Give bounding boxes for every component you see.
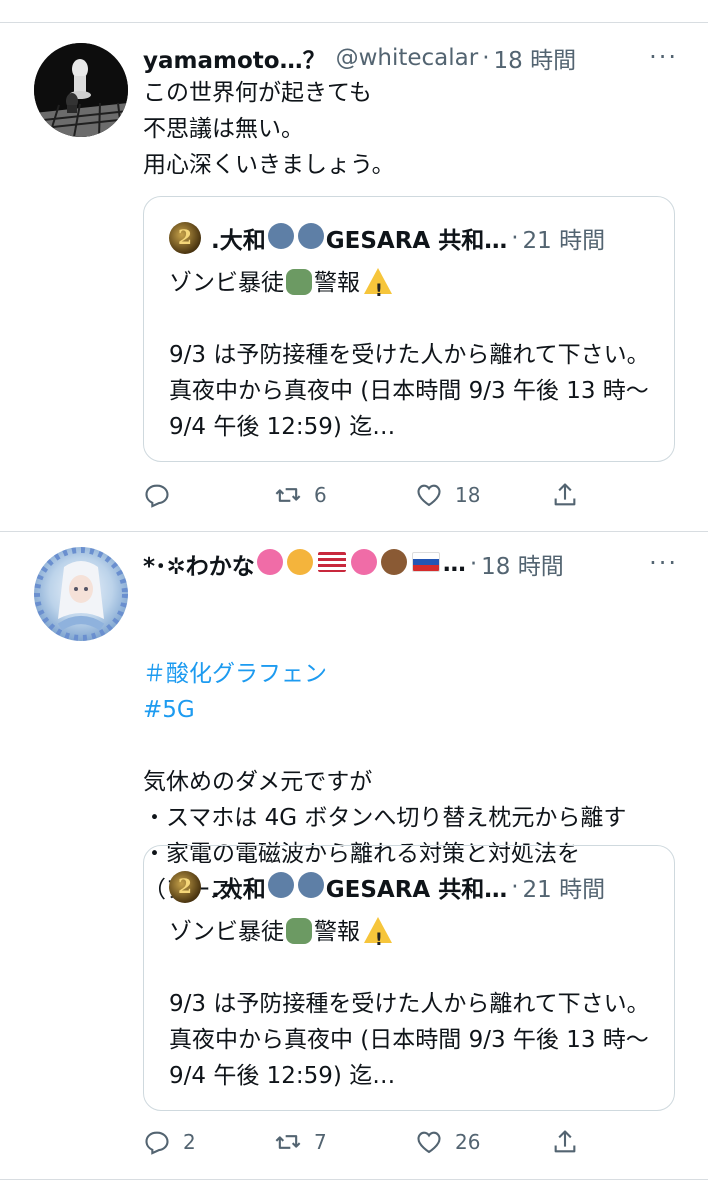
like-button[interactable]: 18 <box>415 475 480 515</box>
reply-icon <box>145 484 169 508</box>
russia-flag-emoji-icon <box>411 552 440 572</box>
like-button[interactable]: 26 <box>415 1122 480 1162</box>
tweet-actions: 6 18 <box>143 475 583 515</box>
quoted-line1: ゾンビ暴徒 <box>169 919 284 945</box>
display-name[interactable]: yamamoto…？ <box>143 41 326 75</box>
quoted-line1-tail: 警報 <box>314 270 360 296</box>
quoted-display-name: .大和 <box>211 228 266 254</box>
quoted-tweet-text: ゾンビ暴徒 警報 9/3 は予防接種を受けた人から離れて下さい。真夜中から真夜中 … <box>169 914 659 1094</box>
quoted-tweet-header: .大和 GESARA 共和… · 21 時間 <box>169 221 605 255</box>
retweet-icon <box>275 1135 301 1149</box>
warning-emoji-icon <box>364 916 392 958</box>
sparkling-heart-emoji-icon <box>350 549 377 575</box>
speaking-head-emoji-icon <box>297 223 324 249</box>
tweet-header: yamamoto…？ @whitecalar · 18 時間 <box>143 38 576 78</box>
separator-dot: · <box>482 45 490 71</box>
share-button[interactable] <box>551 475 591 515</box>
reply-button[interactable]: 2 <box>143 1122 196 1162</box>
quoted-tweet-text: ゾンビ暴徒 警報 9/3 は予防接種を受けた人から離れて下さい。真夜中から真夜中 … <box>169 265 659 445</box>
reply-icon <box>145 1131 169 1155</box>
speaking-head-emoji-icon <box>267 872 294 898</box>
heart-icon <box>417 484 441 507</box>
quoted-tweet-header: .大和 GESARA 共和… · 21 時間 <box>169 870 605 904</box>
retweet-icon <box>275 488 301 502</box>
separator-dot: · <box>511 225 519 251</box>
like-count: 26 <box>455 1130 481 1154</box>
chess-avatar-image <box>34 43 128 137</box>
avatar[interactable] <box>34 43 128 137</box>
tweet-header: *･✲わかな … · 18 時間 <box>143 544 564 584</box>
display-name-ellipsis: … <box>442 551 466 577</box>
timestamp[interactable]: 18 時間 <box>481 547 564 581</box>
quoted-body: 9/3 は予防接種を受けた人から離れて下さい。真夜中から真夜中 (日本時間 9/… <box>169 991 650 1089</box>
tweet[interactable]: yamamoto…？ @whitecalar · 18 時間 ··· この世界何… <box>0 23 708 531</box>
share-icon <box>554 483 576 506</box>
retweet-button[interactable]: 7 <box>274 1122 327 1162</box>
like-count: 18 <box>455 483 481 507</box>
speaking-head-emoji-icon <box>297 872 324 898</box>
heart-icon <box>417 1131 441 1154</box>
quoted-timestamp: 21 時間 <box>522 228 606 254</box>
hashtag-link[interactable]: #5G <box>143 692 683 728</box>
tiger-face-emoji-icon <box>286 549 313 575</box>
quoted-tweet[interactable]: .大和 GESARA 共和… · 21 時間 ゾンビ暴徒 警報 9/3 は予防接種… <box>143 845 675 1111</box>
sparkling-heart-emoji-icon <box>256 549 283 575</box>
user-handle[interactable]: @whitecalar <box>336 45 479 71</box>
quoted-timestamp: 21 時間 <box>522 877 606 903</box>
tweet-actions: 2 7 26 <box>143 1122 583 1162</box>
quoted-line1: ゾンビ暴徒 <box>169 270 284 296</box>
us-flag-emoji-icon <box>317 552 346 572</box>
avatar[interactable] <box>34 547 128 641</box>
tweet-text: この世界何が起きても 不思議は無い。 用心深くいきましょう。 <box>143 80 395 178</box>
quoted-line1-tail: 警報 <box>314 919 360 945</box>
more-options-icon[interactable]: ··· <box>649 45 678 69</box>
bear-face-emoji-icon <box>380 549 407 575</box>
share-button[interactable] <box>551 1122 591 1162</box>
timestamp[interactable]: 18 時間 <box>494 41 577 75</box>
retweet-count: 7 <box>314 1130 327 1154</box>
quoted-avatar <box>169 222 201 254</box>
warning-emoji-icon <box>364 267 392 309</box>
quoted-display-name-suffix: GESARA 共和… <box>325 228 508 254</box>
quoted-body: 9/3 は予防接種を受けた人から離れて下さい。真夜中から真夜中 (日本時間 9/… <box>169 342 650 440</box>
hashtag-link[interactable]: ＃酸化グラフェン <box>143 656 683 692</box>
zombie-emoji-icon <box>286 917 312 944</box>
separator-dot: · <box>511 874 519 900</box>
speaking-head-emoji-icon <box>267 223 294 249</box>
share-icon <box>554 1130 576 1153</box>
zombie-emoji-icon <box>286 268 312 295</box>
quoted-display-name: .大和 <box>211 877 266 903</box>
reply-button[interactable] <box>143 475 183 515</box>
tweet[interactable]: *･✲わかな … · 18 時間 ··· ＃酸化グラフェン #5G 気休めのダメ元で… <box>0 532 708 1178</box>
quoted-avatar <box>169 871 201 903</box>
display-name[interactable]: *･✲わかな <box>143 547 255 581</box>
quoted-tweet[interactable]: .大和 GESARA 共和… · 21 時間 ゾンビ暴徒 警報 9/3 は予防接種… <box>143 196 675 462</box>
tweet-divider <box>0 1179 708 1180</box>
reply-count: 2 <box>183 1130 196 1154</box>
separator-dot: · <box>469 551 478 577</box>
retweet-button[interactable]: 6 <box>274 475 327 515</box>
retweet-count: 6 <box>314 483 327 507</box>
more-options-icon[interactable]: ··· <box>649 551 678 575</box>
quoted-display-name-suffix: GESARA 共和… <box>325 877 508 903</box>
anime-girl-avatar-image <box>34 547 128 641</box>
